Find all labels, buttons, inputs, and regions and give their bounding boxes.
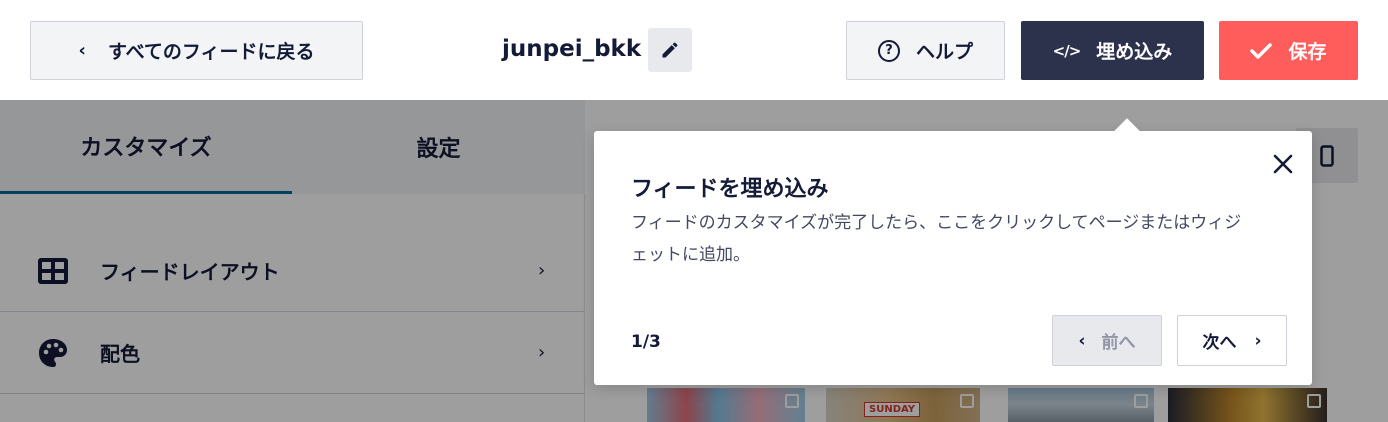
back-to-feeds-button[interactable]: ‹ すべてのフィードに戻る — [30, 21, 363, 80]
previous-button-label: 前へ — [1101, 333, 1136, 353]
check-icon — [1250, 42, 1273, 59]
top-bar: ‹ すべてのフィードに戻る junpei_bkk ? ヘルプ </> 埋め込み … — [0, 0, 1388, 100]
next-button-label: 次へ — [1202, 333, 1237, 353]
embed-button[interactable]: </> 埋め込み — [1021, 21, 1204, 80]
tooltip-title: フィードを埋め込み — [631, 177, 829, 202]
save-button-label: 保存 — [1288, 41, 1327, 63]
tooltip-description: フィードのカスタマイズが完了したら、ここをクリックしてページまたはウィジェットに… — [631, 213, 1242, 265]
previous-button[interactable]: ‹ 前へ — [1052, 315, 1162, 366]
help-button-label: ヘルプ — [915, 41, 973, 63]
pencil-icon — [662, 42, 678, 58]
help-icon: ? — [877, 39, 900, 62]
chevron-left-icon: ‹ — [1078, 330, 1086, 351]
code-icon: </> — [1052, 41, 1082, 60]
chevron-right-icon: › — [1254, 330, 1262, 351]
save-button[interactable]: 保存 — [1219, 21, 1358, 80]
close-icon — [1273, 154, 1293, 174]
chevron-left-icon: ‹ — [78, 40, 86, 61]
next-button[interactable]: 次へ › — [1177, 315, 1287, 366]
help-button[interactable]: ? ヘルプ — [846, 21, 1005, 80]
back-button-label: すべてのフィードに戻る — [107, 41, 315, 63]
edit-feed-name-button[interactable] — [648, 28, 692, 72]
embed-button-label: 埋め込み — [1096, 41, 1173, 63]
onboarding-tooltip: フィードを埋め込み フィードのカスタマイズが完了したら、ここをクリックしてページ… — [594, 118, 1312, 385]
feed-name: junpei_bkk — [502, 36, 642, 62]
close-button[interactable] — [1270, 151, 1296, 177]
step-counter: 1/3 — [631, 332, 661, 352]
